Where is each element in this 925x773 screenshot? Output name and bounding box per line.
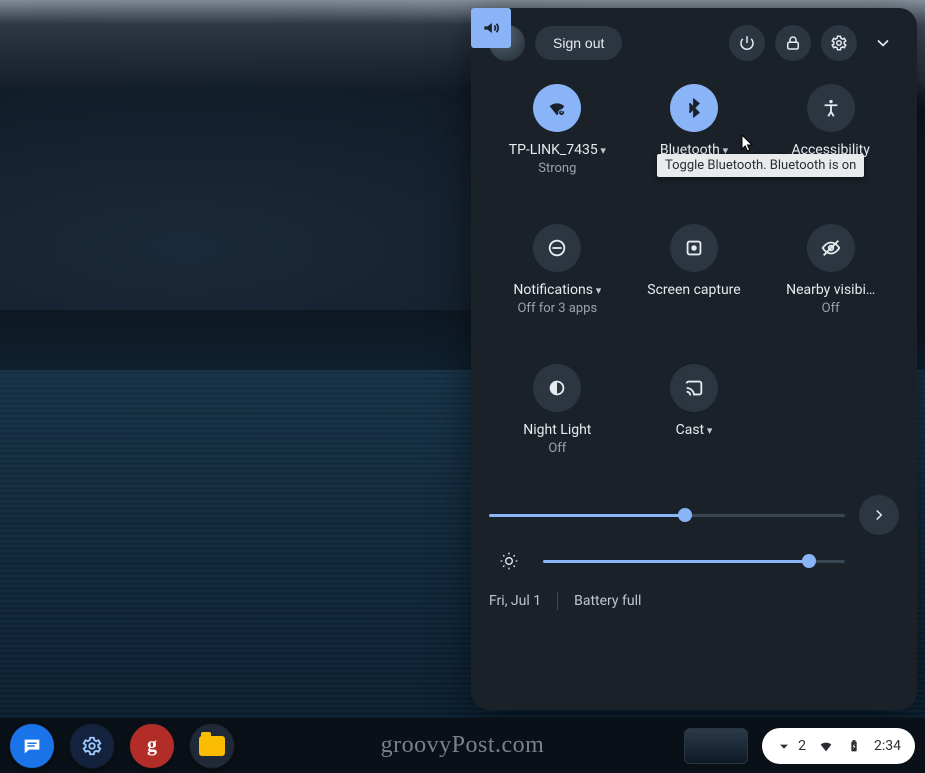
wifi-icon [533,84,581,132]
bluetooth-tooltip: Toggle Bluetooth. Bluetooth is on [657,154,864,177]
tile-wifi[interactable]: TP-LINK_7435 Strong [489,78,626,206]
tile-cast-label: Cast [676,422,713,439]
footer-divider [557,592,558,610]
tray-battery-icon [846,738,862,754]
tile-notifications[interactable]: Notifications Off for 3 apps [489,218,626,346]
bluetooth-icon [670,84,718,132]
power-icon[interactable] [729,25,765,61]
tile-nearby-sub: Off [822,301,840,316]
panel-footer: Fri, Jul 1 Battery full [489,592,899,610]
mouse-cursor [741,134,755,154]
collapse-icon[interactable] [867,27,899,59]
tile-night-light[interactable]: Night Light Off [489,358,626,486]
tile-accessibility[interactable]: Accessibility [762,78,899,206]
app-messages[interactable] [10,724,54,768]
volume-row [489,492,899,538]
quick-settings-panel: Sign out TP-LINK_7435 Strong Bluetooth [471,8,917,710]
shelf-right: 2 2:34 [684,728,915,764]
brightness-row [489,538,899,584]
brightness-slider[interactable] [543,560,845,563]
volume-slider[interactable] [489,514,845,517]
tray-wifi-icon [818,738,834,754]
audio-settings-arrow-icon[interactable] [859,495,899,535]
cast-icon [670,364,718,412]
tile-screen-capture-label: Screen capture [647,282,740,299]
shelf-apps: g [10,724,234,768]
tray-notifications[interactable]: 2 [776,738,806,754]
sliders [489,492,899,584]
night-light-icon [533,364,581,412]
tile-notifications-sub: Off for 3 apps [517,301,597,316]
tile-night-light-label: Night Light [523,422,591,439]
watermark: groovyPost.com [381,732,545,759]
tile-wifi-label: TP-LINK_7435 [509,142,606,159]
tile-nearby-visibility[interactable]: Nearby visibi… Off [762,218,899,346]
tile-wifi-sub: Strong [538,161,576,176]
tray-notif-count: 2 [798,738,806,754]
tile-screen-capture[interactable]: Screen capture [626,218,763,346]
status-tray[interactable]: 2 2:34 [762,728,915,764]
holding-space-thumbnail[interactable] [684,728,748,764]
tile-cast[interactable]: Cast [626,358,763,486]
tile-notifications-label: Notifications [513,282,601,299]
sign-out-button[interactable]: Sign out [535,26,622,60]
tile-night-light-sub: Off [548,441,566,456]
footer-date: Fri, Jul 1 [489,593,541,609]
tray-clock: 2:34 [874,738,901,754]
brightness-icon[interactable] [489,541,529,581]
shelf: g groovyPost.com 2 2:34 [0,718,925,773]
app-groovypost[interactable]: g [130,724,174,768]
tiles-grid: TP-LINK_7435 Strong Bluetooth On Accessi… [489,78,899,486]
app-settings[interactable] [70,724,114,768]
screen-capture-icon [670,224,718,272]
visibility-off-icon [807,224,855,272]
accessibility-icon [807,84,855,132]
gear-icon[interactable] [821,25,857,61]
footer-battery: Battery full [574,593,641,609]
notifications-icon [533,224,581,272]
app-files[interactable] [190,724,234,768]
volume-icon[interactable] [471,8,511,48]
panel-header: Sign out [489,22,899,64]
lock-icon[interactable] [775,25,811,61]
tile-nearby-label: Nearby visibi… [786,282,875,299]
